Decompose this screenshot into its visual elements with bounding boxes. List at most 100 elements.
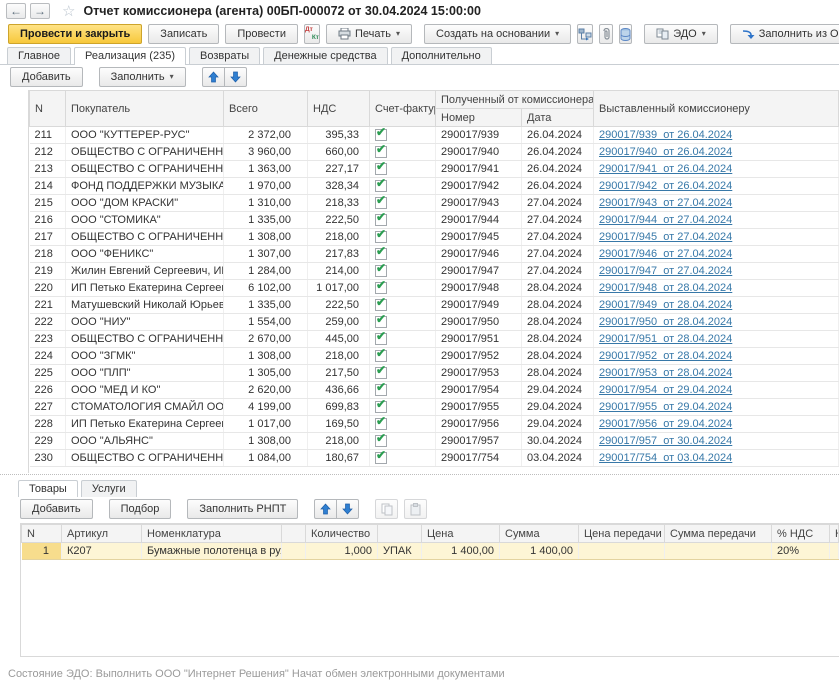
invoice-checkbox[interactable]: ✔ <box>375 282 387 294</box>
tab[interactable]: Товары <box>18 480 78 497</box>
registers-button[interactable] <box>619 24 632 44</box>
edo-button[interactable]: ЭДО ▾ <box>644 24 718 44</box>
goods-col-transfer-sum[interactable]: Сумма передачи <box>665 525 772 543</box>
goods-move-up-button[interactable] <box>314 499 337 519</box>
issued-invoice-link[interactable]: 290017/951 от 28.04.2024 <box>599 333 732 345</box>
goods-pick-button[interactable]: Подбор <box>109 499 172 519</box>
col-header-vat[interactable]: НДС <box>308 91 370 127</box>
invoice-checkbox[interactable]: ✔ <box>375 214 387 226</box>
tab[interactable]: Реализация (235) <box>74 47 186 64</box>
back-button[interactable]: ← <box>6 3 26 19</box>
copy-row-button[interactable] <box>375 499 398 519</box>
goods-move-down-button[interactable] <box>336 499 359 519</box>
issued-invoice-link[interactable]: 290017/945 от 27.04.2024 <box>599 231 732 243</box>
issued-invoice-link[interactable]: 290017/754 от 03.04.2024 <box>599 452 732 464</box>
issued-invoice-link[interactable]: 290017/953 от 28.04.2024 <box>599 367 732 379</box>
goods-col-vat[interactable]: % НДС <box>772 525 830 543</box>
invoice-checkbox[interactable]: ✔ <box>375 180 387 192</box>
issued-invoice-link[interactable]: 290017/949 от 28.04.2024 <box>599 299 732 311</box>
realization-row[interactable]: 226 ООО "МЕД И КО" 2 620,00 436,66 ✔ 290… <box>30 382 839 399</box>
create-based-on-button[interactable]: Создать на основании ▾ <box>424 24 571 44</box>
issued-invoice-link[interactable]: 290017/954 от 29.04.2024 <box>599 384 732 396</box>
invoice-checkbox[interactable]: ✔ <box>375 265 387 277</box>
goods-col-transfer-price[interactable]: Цена передачи <box>579 525 665 543</box>
invoice-checkbox[interactable]: ✔ <box>375 197 387 209</box>
related-documents-button[interactable] <box>577 24 593 44</box>
move-down-button[interactable] <box>224 67 247 87</box>
realization-row[interactable]: 216 ООО "СТОМИКА" 1 335,00 222,50 ✔ 2900… <box>30 212 839 229</box>
issued-invoice-link[interactable]: 290017/948 от 28.04.2024 <box>599 282 732 294</box>
issued-invoice-link[interactable]: 290017/943 от 27.04.2024 <box>599 197 732 209</box>
invoice-checkbox[interactable]: ✔ <box>375 401 387 413</box>
col-header-number[interactable]: Номер <box>436 109 522 127</box>
issued-invoice-link[interactable]: 290017/956 от 29.04.2024 <box>599 418 732 430</box>
invoice-checkbox[interactable]: ✔ <box>375 231 387 243</box>
issued-invoice-link[interactable]: 290017/952 от 28.04.2024 <box>599 350 732 362</box>
move-up-button[interactable] <box>202 67 225 87</box>
issued-invoice-link[interactable]: 290017/947 от 27.04.2024 <box>599 265 732 277</box>
col-header-invoice[interactable]: Счет-фактура <box>370 91 436 127</box>
post-button[interactable]: Провести <box>225 24 298 44</box>
invoice-checkbox[interactable]: ✔ <box>375 418 387 430</box>
invoice-checkbox[interactable]: ✔ <box>375 146 387 158</box>
goods-col-cut[interactable]: Н <box>830 525 839 543</box>
realization-row[interactable]: 211 ООО "КУТТЕРЕР-РУС" 2 372,00 395,33 ✔… <box>30 127 839 144</box>
realization-row[interactable]: 228 ИП Петько Екатерина Сергеевна 1 017,… <box>30 416 839 433</box>
fill-from-ozon-button[interactable]: Заполнить из Ozon <box>730 24 839 44</box>
invoice-checkbox[interactable]: ✔ <box>375 350 387 362</box>
realization-row[interactable]: 219 Жилин Евгений Сергеевич, ИП 1 284,00… <box>30 263 839 280</box>
realization-row[interactable]: 212 ОБЩЕСТВО С ОГРАНИЧЕНН… 3 960,00 660,… <box>30 144 839 161</box>
realization-row[interactable]: 215 ООО "ДОМ КРАСКИ" 1 310,00 218,33 ✔ 2… <box>30 195 839 212</box>
add-row-button[interactable]: Добавить <box>10 67 83 87</box>
invoice-checkbox[interactable]: ✔ <box>375 129 387 141</box>
col-header-buyer[interactable]: Покупатель <box>66 91 224 127</box>
section-splitter[interactable] <box>0 474 839 475</box>
goods-col-article[interactable]: Артикул <box>62 525 142 543</box>
realization-row[interactable]: 213 ОБЩЕСТВО С ОГРАНИЧЕНН… 1 363,00 227,… <box>30 161 839 178</box>
goods-row[interactable]: 1 К207 Бумажные полотенца в рулона… 1,00… <box>22 543 839 560</box>
invoice-checkbox[interactable]: ✔ <box>375 435 387 447</box>
realization-row[interactable]: 214 ФОНД ПОДДЕРЖКИ МУЗЫКА… 1 970,00 328,… <box>30 178 839 195</box>
show-postings-button[interactable]: ДтКт <box>304 24 320 44</box>
invoice-checkbox[interactable]: ✔ <box>375 333 387 345</box>
realization-row[interactable]: 220 ИП Петько Екатерина Сергеевна 6 102,… <box>30 280 839 297</box>
col-header-date[interactable]: Дата <box>522 109 594 127</box>
realization-row[interactable]: 223 ОБЩЕСТВО С ОГРАНИЧЕНН… 2 670,00 445,… <box>30 331 839 348</box>
col-header-n[interactable]: N <box>30 91 66 127</box>
issued-invoice-link[interactable]: 290017/939 от 26.04.2024 <box>599 129 732 141</box>
print-button[interactable]: Печать ▾ <box>326 24 412 44</box>
col-header-issued[interactable]: Выставленный комиссионеру <box>594 91 839 127</box>
fill-rnpt-button[interactable]: Заполнить РНПТ <box>187 499 298 519</box>
tab[interactable]: Услуги <box>81 480 137 497</box>
issued-invoice-link[interactable]: 290017/946 от 27.04.2024 <box>599 248 732 260</box>
forward-button[interactable]: → <box>30 3 50 19</box>
issued-invoice-link[interactable]: 290017/950 от 28.04.2024 <box>599 316 732 328</box>
invoice-checkbox[interactable]: ✔ <box>375 367 387 379</box>
tab[interactable]: Дополнительно <box>391 47 492 64</box>
invoice-checkbox[interactable]: ✔ <box>375 163 387 175</box>
tab[interactable]: Возвраты <box>189 47 260 64</box>
fill-button[interactable]: Заполнить ▾ <box>99 67 186 87</box>
issued-invoice-link[interactable]: 290017/955 от 29.04.2024 <box>599 401 732 413</box>
goods-col-nomenclature[interactable]: Номенклатура <box>142 525 282 543</box>
issued-invoice-link[interactable]: 290017/940 от 26.04.2024 <box>599 146 732 158</box>
issued-invoice-link[interactable]: 290017/941 от 26.04.2024 <box>599 163 732 175</box>
goods-col-quantity[interactable]: Количество <box>306 525 378 543</box>
favorite-star-icon[interactable]: ☆ <box>62 2 75 20</box>
invoice-checkbox[interactable]: ✔ <box>375 316 387 328</box>
realization-row[interactable]: 230 ОБЩЕСТВО С ОГРАНИЧЕНН… 1 084,00 180,… <box>30 450 839 467</box>
col-header-total[interactable]: Всего <box>224 91 308 127</box>
invoice-checkbox[interactable]: ✔ <box>375 248 387 260</box>
attachments-button[interactable] <box>599 24 613 44</box>
goods-col-price[interactable]: Цена <box>422 525 500 543</box>
realization-row[interactable]: 217 ОБЩЕСТВО С ОГРАНИЧЕНН… 1 308,00 218,… <box>30 229 839 246</box>
realization-row[interactable]: 218 ООО "ФЕНИКС" 1 307,00 217,83 ✔ 29001… <box>30 246 839 263</box>
issued-invoice-link[interactable]: 290017/957 от 30.04.2024 <box>599 435 732 447</box>
invoice-checkbox[interactable]: ✔ <box>375 299 387 311</box>
tab[interactable]: Денежные средства <box>263 47 387 64</box>
realization-row[interactable]: 225 ООО "ПЛП" 1 305,00 217,50 ✔ 290017/9… <box>30 365 839 382</box>
issued-invoice-link[interactable]: 290017/942 от 26.04.2024 <box>599 180 732 192</box>
tab[interactable]: Главное <box>7 47 71 64</box>
goods-col-n[interactable]: N <box>22 525 62 543</box>
invoice-checkbox[interactable]: ✔ <box>375 384 387 396</box>
